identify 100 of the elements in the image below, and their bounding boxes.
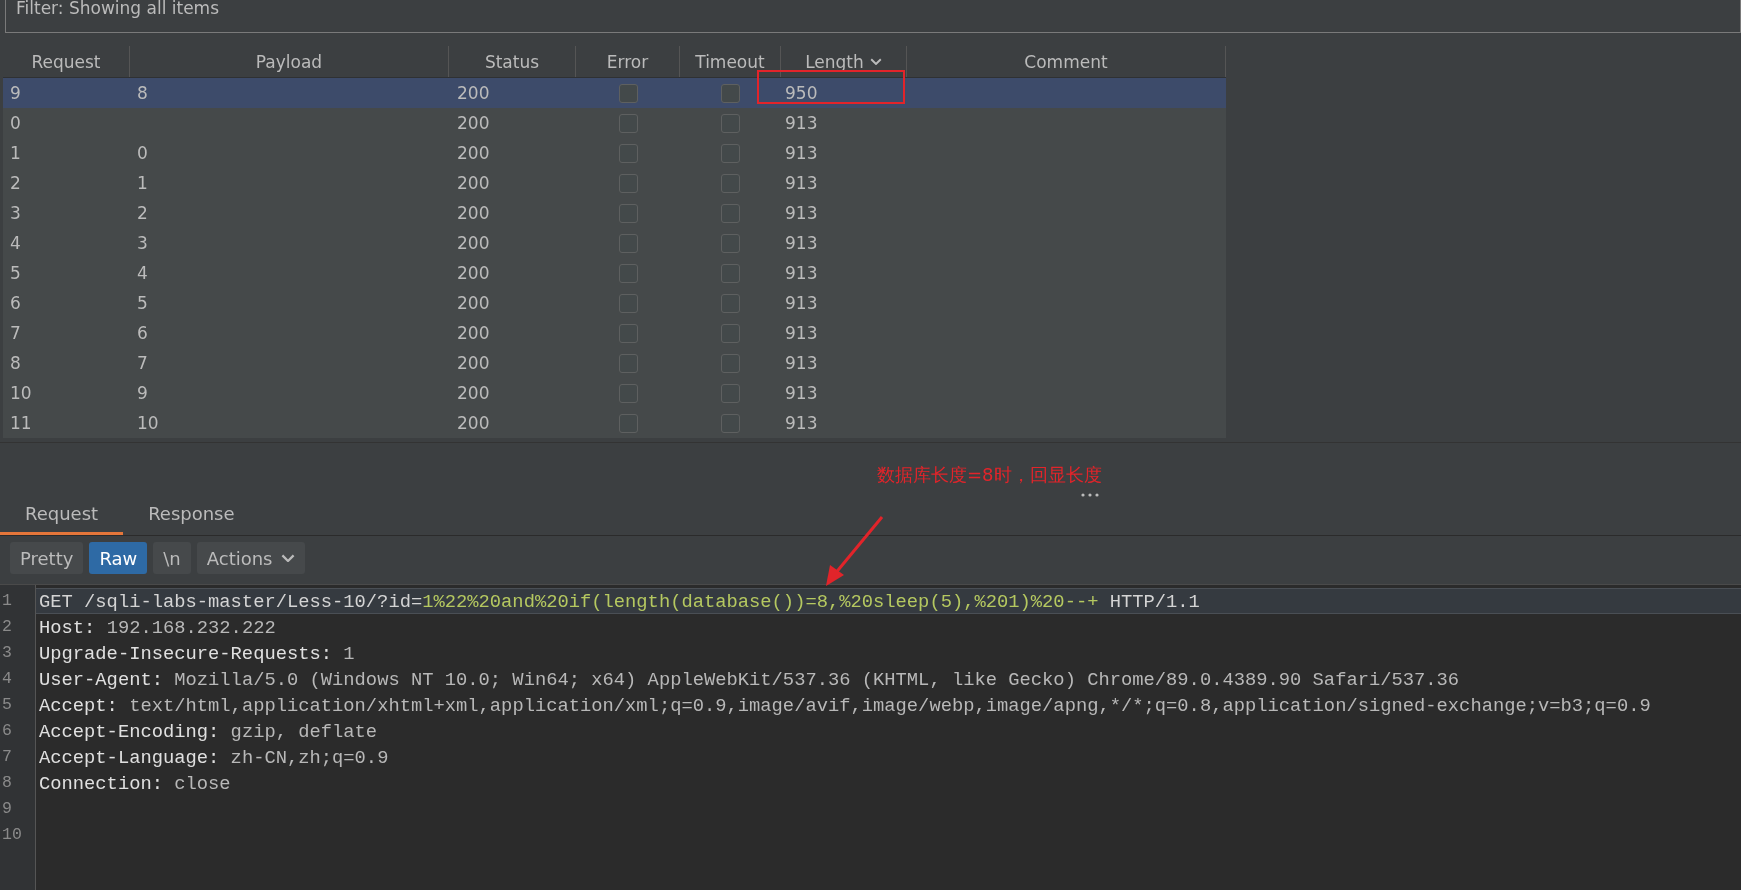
- table-cell-text: 913: [784, 352, 819, 375]
- table-cell-text: 2: [9, 172, 22, 195]
- sort-icon: [869, 57, 882, 66]
- table-cell-text: 7: [136, 352, 149, 375]
- table-cell-text: 9: [136, 382, 149, 405]
- table-cell-text: 5: [136, 292, 149, 315]
- table-cell-text: 5: [9, 262, 22, 285]
- view-toggle-button[interactable]: Pretty: [10, 542, 84, 574]
- column-header[interactable]: Length: [781, 46, 907, 77]
- line-number: 4: [1, 668, 13, 690]
- table-cell-text: 913: [784, 112, 819, 135]
- table-cell-text: 2: [136, 202, 149, 225]
- table-cell-text: 913: [784, 142, 819, 165]
- table-cell-text: 0: [136, 142, 149, 165]
- table-cell-text: 200: [456, 82, 491, 105]
- actions-menu-button[interactable]: Actions: [196, 542, 305, 574]
- table-cell-text: 913: [784, 172, 819, 195]
- table-cell-text: 9: [9, 82, 22, 105]
- tab[interactable]: Response: [123, 495, 260, 535]
- line-number: 7: [1, 746, 13, 768]
- drag-handle-icon[interactable]: [1080, 493, 1100, 497]
- column-header[interactable]: Request: [3, 46, 130, 77]
- header-line: User-Agent: Mozilla/5.0 (Windows NT 10.0; Win64; x64) AppleWebKit/537.36 (KHTML, like Gecko) Chrome/89.0.4389.90 Safari/537.36: [38, 668, 1461, 692]
- checkbox[interactable]: [618, 233, 638, 253]
- checkbox[interactable]: [721, 143, 740, 163]
- table-cell-text: 200: [456, 412, 491, 435]
- table-cell-text: 7: [9, 322, 22, 345]
- table-cell-text: 8: [9, 352, 22, 375]
- line-number: 1: [1, 590, 13, 612]
- table-cell-text: 200: [456, 292, 491, 315]
- checkbox[interactable]: [721, 413, 740, 433]
- checkbox[interactable]: [721, 203, 740, 223]
- checkbox[interactable]: [618, 293, 638, 313]
- caret-icon: [280, 553, 295, 563]
- checkbox[interactable]: [618, 113, 638, 133]
- table-cell-text: 3: [9, 202, 22, 225]
- table-cell-text: 6: [9, 292, 22, 315]
- table-cell-text: 913: [784, 322, 819, 345]
- table-cell-text: 8: [136, 82, 149, 105]
- tab[interactable]: Request: [0, 495, 124, 535]
- table-cell-text: 200: [456, 202, 491, 225]
- checkbox[interactable]: [721, 323, 740, 343]
- table-cell-text: 4: [9, 232, 22, 255]
- header-line: Accept: text/html,application/xhtml+xml,application/xml;q=0.9,image/avif,image/webp,image/apng,*/*;q=0.8,application/signed-exchange;v=b3;q=0.9: [38, 694, 1652, 718]
- checkbox[interactable]: [618, 173, 638, 193]
- table-cell-text: 0: [9, 112, 22, 135]
- table-cell-text: 200: [456, 382, 491, 405]
- checkbox[interactable]: [618, 143, 638, 163]
- checkbox[interactable]: [721, 263, 740, 283]
- view-toggle-button[interactable]: Raw: [89, 542, 148, 574]
- line-number: 8: [1, 772, 13, 794]
- table-cell-text: 200: [456, 322, 491, 345]
- table-cell-text: 200: [456, 172, 491, 195]
- table-cell-text: 6: [136, 322, 149, 345]
- column-header[interactable]: Status: [449, 46, 576, 77]
- table-cell-text: 10: [9, 382, 33, 405]
- checkbox[interactable]: [618, 413, 638, 433]
- table-cell-text: 200: [456, 112, 491, 135]
- checkbox[interactable]: [618, 323, 638, 343]
- column-header[interactable]: Payload: [130, 46, 449, 77]
- table-cell-text: 11: [9, 412, 33, 435]
- line-number: 2: [1, 616, 13, 638]
- table-cell-text: 3: [136, 232, 149, 255]
- checkbox[interactable]: [721, 83, 740, 103]
- checkbox[interactable]: [618, 203, 638, 223]
- checkbox[interactable]: [618, 353, 638, 373]
- view-toggle-button[interactable]: \n: [153, 542, 191, 574]
- header-line: Upgrade-Insecure-Requests: 1: [38, 642, 356, 666]
- table-cell-text: 913: [784, 262, 819, 285]
- checkbox[interactable]: [618, 383, 638, 403]
- checkbox[interactable]: [618, 83, 638, 103]
- checkbox[interactable]: [721, 173, 740, 193]
- line-number: 6: [1, 720, 13, 742]
- header-line: Accept-Language: zh-CN,zh;q=0.9: [38, 746, 390, 770]
- checkbox[interactable]: [618, 263, 638, 283]
- table-cell-text: 200: [456, 232, 491, 255]
- table-cell-text: 913: [784, 202, 819, 225]
- line-number: 3: [1, 642, 13, 664]
- line-number: 9: [1, 798, 13, 820]
- table-cell-text: 913: [784, 292, 819, 315]
- column-header[interactable]: Error: [576, 46, 680, 77]
- header-line: Connection: close: [38, 772, 232, 796]
- line-number: 5: [1, 694, 13, 716]
- table-cell-text: 200: [456, 262, 491, 285]
- table-cell-text: 200: [456, 352, 491, 375]
- table-cell-text: 200: [456, 142, 491, 165]
- result-row[interactable]: 9 8 200 950: [3, 78, 1226, 108]
- checkbox[interactable]: [721, 113, 740, 133]
- checkbox[interactable]: [721, 383, 740, 403]
- checkbox[interactable]: [721, 353, 740, 373]
- checkbox[interactable]: [721, 293, 740, 313]
- column-header[interactable]: Timeout: [680, 46, 781, 77]
- checkbox[interactable]: [721, 233, 740, 253]
- annotation-text: 数据库长度=8时，回显长度: [877, 463, 1102, 487]
- table-cell-text: 1: [9, 142, 22, 165]
- table-cell-text: 4: [136, 262, 149, 285]
- column-header[interactable]: Comment: [907, 46, 1226, 77]
- table-cell-text: 913: [784, 232, 819, 255]
- table-cell-text: 950: [784, 82, 819, 105]
- filter-bar[interactable]: Filter: Showing all items: [5, 0, 1741, 33]
